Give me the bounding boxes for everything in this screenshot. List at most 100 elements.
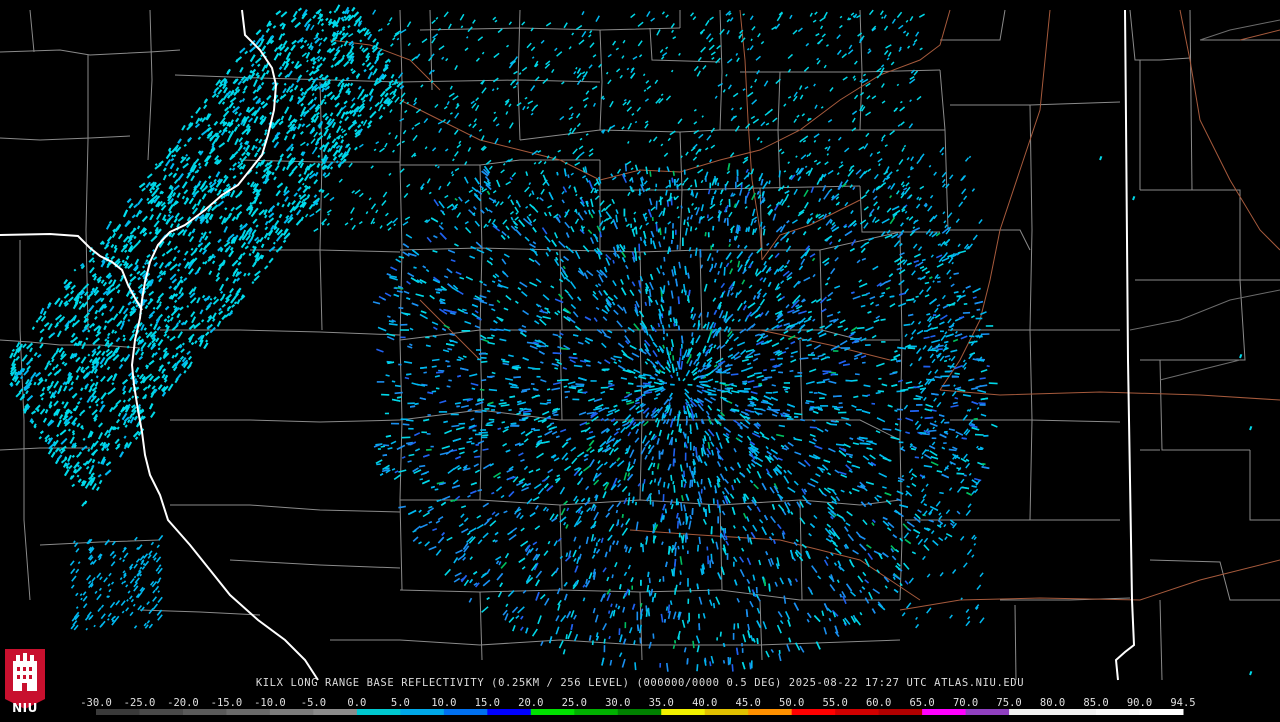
echo-pixel [682,356,683,360]
echo-pixel [187,306,188,308]
echo-pixel [438,371,444,372]
echo-pixel [906,299,914,300]
echo-pixel [202,233,204,235]
echo-pixel [397,397,402,398]
echo-pixel [664,482,665,488]
echo-pixel [982,464,985,465]
echo-pixel [944,361,947,362]
echo-pixel [650,171,651,177]
echo-pixel [897,409,903,410]
echo-pixel [305,186,307,188]
echo-pixel [773,392,778,393]
echo-pixel [853,396,858,397]
echo-pixel [840,594,841,597]
echo-pixel [650,289,651,297]
echo-pixel [524,409,531,410]
echo-pixel [78,465,79,467]
echo-pixel [730,657,731,664]
echo-pixel [395,393,403,394]
echo-pixel [186,155,187,157]
echo-pixel [315,97,317,100]
echo-pixel [715,176,716,185]
echo-pixel [613,260,614,263]
echo-pixel [836,407,843,408]
echo-pixel [772,385,776,386]
echo-pixel [857,328,865,329]
echo-pixel [616,215,617,223]
echo-pixel [583,598,584,602]
echo-pixel [462,309,466,310]
echo-pixel [124,436,126,438]
echo-pixel [394,288,398,289]
echo-pixel [409,455,415,456]
echo-pixel [672,437,673,445]
echo-pixel [432,360,440,361]
echo-pixel [692,508,693,515]
echo-pixel [244,147,246,149]
echo-pixel [671,601,672,605]
echo-pixel [576,384,585,385]
echo-pixel [270,112,271,114]
echo-pixel [748,399,753,400]
echo-pixel [811,407,820,408]
echo-pixel [649,590,650,596]
echo-pixel [557,172,558,175]
echo-pixel [395,386,401,387]
echo-pixel [688,273,689,279]
echo-pixel [497,413,501,414]
echo-pixel [764,377,772,378]
echo-pixel [690,480,691,488]
echo-pixel [634,390,641,391]
echo-pixel [955,398,958,399]
echo-pixel [662,449,663,454]
echo-pixel [942,385,950,386]
echo-pixel [711,526,712,534]
echo-pixel [496,329,504,330]
echo-pixel [685,266,686,275]
echo-pixel [553,415,558,416]
echo-pixel [973,359,979,360]
echo-pixel [717,500,718,508]
echo-pixel [981,398,988,399]
echo-pixel [446,361,450,362]
echo-pixel [431,487,435,488]
echo-pixel [628,497,629,505]
echo-pixel [571,386,576,387]
echo-pixel [634,640,635,644]
echo-pixel [708,394,717,395]
echo-pixel [713,244,714,247]
echo-pixel [747,609,748,617]
echo-pixel [635,403,640,404]
echo-pixel [785,348,788,349]
echo-pixel [622,400,628,401]
echo-pixel [617,510,618,513]
echo-pixel [664,337,665,340]
echo-pixel [831,424,837,425]
echo-pixel [512,366,519,367]
echo-pixel [451,426,459,427]
echo-pixel [718,271,719,275]
echo-pixel [742,384,746,385]
echo-pixel [292,62,294,64]
echo-pixel [457,360,461,361]
echo-pixel [926,314,930,315]
echo-pixel [761,222,762,227]
echo-pixel [472,388,475,389]
echo-pixel [764,579,765,586]
echo-pixel [666,509,667,514]
echo-pixel [424,372,427,373]
echo-pixel [667,663,668,672]
echo-pixel [414,267,417,268]
echo-pixel [649,578,650,584]
echo-pixel [687,658,688,664]
echo-pixel [810,427,817,428]
echo-pixel [843,364,850,365]
echo-pixel [641,614,642,620]
echo-pixel [980,378,986,379]
echo-pixel [673,355,674,360]
echo-pixel [954,292,959,293]
echo-pixel [672,178,673,183]
echo-pixel [675,548,676,556]
echo-pixel [852,466,856,467]
echo-pixel [573,335,578,336]
